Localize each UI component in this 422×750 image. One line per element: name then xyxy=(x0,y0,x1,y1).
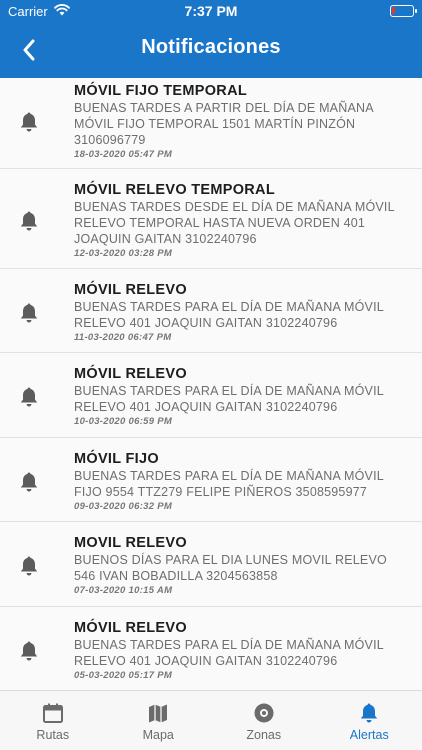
notification-body-line: BUENAS TARDES PARA EL DÍA DE MAÑANA MÓVI… xyxy=(74,469,384,483)
notification-content: MÓVIL FIJO BUENAS TARDES PARA EL DÍA DE M… xyxy=(74,450,410,513)
notification-item[interactable]: MÓVIL RELEVO BUENAS TARDES PARA EL DÍA DE… xyxy=(0,607,422,690)
bell-icon xyxy=(19,471,39,493)
bell-icon xyxy=(19,302,39,324)
bell-icon xyxy=(19,555,39,577)
bell-icon xyxy=(19,210,39,232)
notification-content: MÓVIL FIJO TEMPORAL BUENAS TARDES A PARTI… xyxy=(74,82,410,161)
notification-content: MÓVIL RELEVO TEMPORAL BUENAS TARDES DESDE… xyxy=(74,181,410,260)
tab-bar: Rutas Mapa Zonas Alertas xyxy=(0,690,422,750)
notification-body-line: RELEVO 401 JOAQUIN GAITAN 3102240796 xyxy=(74,654,338,668)
bell-icon xyxy=(19,640,39,662)
notification-body-line: BUENAS TARDES PARA EL DÍA DE MAÑANA MÓVI… xyxy=(74,638,384,652)
map-icon xyxy=(147,701,169,725)
notification-item[interactable]: MOVIL RELEVO BUENOS DÍAS PARA EL DIA LUNE… xyxy=(0,522,422,607)
notification-body-line: RELEVO 401 JOAQUIN GAITAN 3102240796 xyxy=(74,316,338,330)
notification-title: MÓVIL RELEVO xyxy=(74,620,187,636)
notification-title: MÓVIL RELEVO TEMPORAL xyxy=(74,182,275,198)
notification-body-line: RELEVO 401 JOAQUIN GAITAN 3102240796 xyxy=(74,400,338,414)
notification-date: 09-03-2020 06:32 PM xyxy=(74,501,173,512)
tab-label: Zonas xyxy=(246,728,282,742)
notification-content: MÓVIL RELEVO BUENAS TARDES PARA EL DÍA DE… xyxy=(74,281,410,344)
notification-title: MÓVIL FIJO TEMPORAL xyxy=(74,83,247,99)
notification-body-line: BUENAS TARDES PARA EL DÍA DE MAÑANA MÓVI… xyxy=(74,384,384,398)
notification-item[interactable]: MÓVIL FIJO TEMPORAL BUENAS TARDES A PARTI… xyxy=(0,78,422,169)
notification-body-line: 3106096779 xyxy=(74,133,146,147)
notification-title: MÓVIL RELEVO xyxy=(74,282,187,298)
bell-icon xyxy=(19,386,39,408)
status-bar: Carrier 7:37 PM xyxy=(0,0,422,22)
notification-body-line: BUENAS TARDES DESDE EL DÍA DE MAÑANA MÓV… xyxy=(74,200,395,214)
tab-label: Alertas xyxy=(349,728,389,742)
battery-icon xyxy=(390,5,417,17)
notification-date: 07-03-2020 10:15 AM xyxy=(74,585,173,596)
notification-body-line: BUENOS DÍAS PARA EL DIA LUNES MOVIL RELE… xyxy=(74,553,387,567)
notification-date: 11-03-2020 06:47 PM xyxy=(74,332,172,343)
page-title: Notificaciones xyxy=(141,36,281,58)
notification-date: 12-03-2020 03:28 PM xyxy=(74,248,173,259)
target-icon xyxy=(253,701,275,725)
notification-list[interactable]: MÓVIL FIJO TEMPORAL BUENAS TARDES A PARTI… xyxy=(0,78,422,690)
notification-date: 10-03-2020 06:59 PM xyxy=(74,416,173,427)
tab-zonas[interactable]: Zonas xyxy=(211,691,317,750)
notification-body-line: RELEVO TEMPORAL HASTA NUEVA ORDEN 401 xyxy=(74,216,366,230)
notification-content: MÓVIL RELEVO BUENAS TARDES PARA EL DÍA DE… xyxy=(74,365,410,428)
notification-item[interactable]: MÓVIL RELEVO BUENAS TARDES PARA EL DÍA DE… xyxy=(0,353,422,438)
notification-item[interactable]: MÓVIL FIJO BUENAS TARDES PARA EL DÍA DE M… xyxy=(0,438,422,522)
tab-alertas[interactable]: Alertas xyxy=(317,691,422,750)
notification-date: 18-03-2020 05:47 PM xyxy=(74,149,173,160)
notification-date: 05-03-2020 05:17 PM xyxy=(74,670,173,681)
calendar-icon xyxy=(42,701,64,725)
notification-title: MOVIL RELEVO xyxy=(74,535,187,551)
bell-icon xyxy=(358,701,380,725)
notification-content: MOVIL RELEVO BUENOS DÍAS PARA EL DIA LUNE… xyxy=(74,534,410,597)
tab-rutas[interactable]: Rutas xyxy=(0,691,106,750)
app-header: Carrier 7:37 PM Notificaciones xyxy=(0,0,422,78)
notification-item[interactable]: MÓVIL RELEVO TEMPORAL BUENAS TARDES DESDE… xyxy=(0,169,422,269)
notification-body-line: BUENAS TARDES A PARTIR DEL DÍA DE MAÑANA xyxy=(74,101,374,115)
notification-body-line: MÓVIL FIJO TEMPORAL 1501 MARTÍN PINZÓN xyxy=(74,117,356,131)
notification-content: MÓVIL RELEVO BUENAS TARDES PARA EL DÍA DE… xyxy=(74,619,410,682)
bell-icon xyxy=(19,111,39,133)
notification-body-line: 546 IVAN BOBADILLA 3204563858 xyxy=(74,569,278,583)
notification-item[interactable]: MÓVIL RELEVO BUENAS TARDES PARA EL DÍA DE… xyxy=(0,269,422,353)
clock: 7:37 PM xyxy=(184,3,238,19)
tab-label: Mapa xyxy=(142,728,174,742)
tab-label: Rutas xyxy=(36,728,70,742)
notification-body-line: FIJO 9554 TTZ279 FELIPE PIÑEROS 35085959… xyxy=(74,485,368,499)
tab-mapa[interactable]: Mapa xyxy=(106,691,212,750)
notification-body-line: BUENAS TARDES PARA EL DÍA DE MAÑANA MÓVI… xyxy=(74,300,384,314)
notification-title: MÓVIL FIJO xyxy=(74,451,159,467)
notification-title: MÓVIL RELEVO xyxy=(74,366,187,382)
notification-body-line: JOAQUIN GAITAN 3102240796 xyxy=(74,232,257,246)
